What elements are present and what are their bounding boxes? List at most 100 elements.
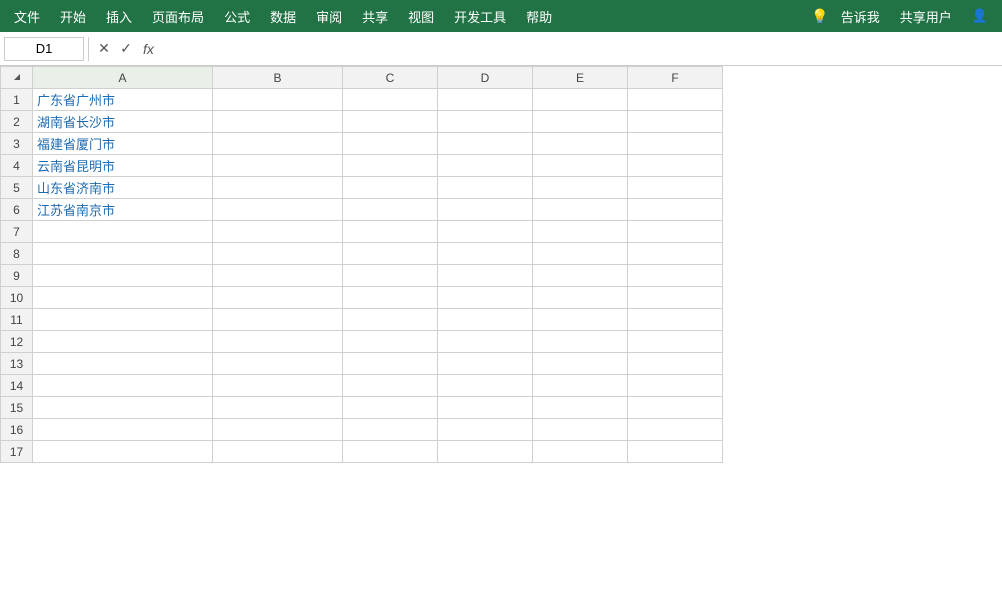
menu-item-帮助[interactable]: 帮助	[516, 3, 562, 30]
cell-E7[interactable]	[533, 221, 628, 243]
cell-F7[interactable]	[628, 221, 723, 243]
cell-B2[interactable]	[213, 111, 343, 133]
cell-B9[interactable]	[213, 265, 343, 287]
cell-F10[interactable]	[628, 287, 723, 309]
cell-C7[interactable]	[343, 221, 438, 243]
menu-item-页面布局[interactable]: 页面布局	[142, 3, 214, 30]
cell-A7[interactable]	[33, 221, 213, 243]
cell-F11[interactable]	[628, 309, 723, 331]
cell-F17[interactable]	[628, 441, 723, 463]
cell-B3[interactable]	[213, 133, 343, 155]
row-header-7[interactable]: 7	[1, 221, 33, 243]
cell-D15[interactable]	[438, 397, 533, 419]
cell-E4[interactable]	[533, 155, 628, 177]
cell-A16[interactable]	[33, 419, 213, 441]
menu-item-审阅[interactable]: 审阅	[306, 3, 352, 30]
menu-item-插入[interactable]: 插入	[96, 3, 142, 30]
cell-A2[interactable]: 湖南省长沙市	[33, 111, 213, 133]
menu-item-视图[interactable]: 视图	[398, 3, 444, 30]
cell-C9[interactable]	[343, 265, 438, 287]
cell-D5[interactable]	[438, 177, 533, 199]
cell-A6[interactable]: 江苏省南京市	[33, 199, 213, 221]
cell-B15[interactable]	[213, 397, 343, 419]
row-header-12[interactable]: 12	[1, 331, 33, 353]
row-header-1[interactable]: 1	[1, 89, 33, 111]
cell-E17[interactable]	[533, 441, 628, 463]
cell-E11[interactable]	[533, 309, 628, 331]
cell-F1[interactable]	[628, 89, 723, 111]
cell-E12[interactable]	[533, 331, 628, 353]
cell-F5[interactable]	[628, 177, 723, 199]
cell-D11[interactable]	[438, 309, 533, 331]
cell-B12[interactable]	[213, 331, 343, 353]
cell-C11[interactable]	[343, 309, 438, 331]
cell-A4[interactable]: 云南省昆明市	[33, 155, 213, 177]
cell-A11[interactable]	[33, 309, 213, 331]
cell-E15[interactable]	[533, 397, 628, 419]
row-header-13[interactable]: 13	[1, 353, 33, 375]
cell-F3[interactable]	[628, 133, 723, 155]
cell-C2[interactable]	[343, 111, 438, 133]
menu-item-开始[interactable]: 开始	[50, 3, 96, 30]
cell-E5[interactable]	[533, 177, 628, 199]
cell-F12[interactable]	[628, 331, 723, 353]
cell-F13[interactable]	[628, 353, 723, 375]
cell-B17[interactable]	[213, 441, 343, 463]
cell-A5[interactable]: 山东省济南市	[33, 177, 213, 199]
row-header-4[interactable]: 4	[1, 155, 33, 177]
cell-C3[interactable]	[343, 133, 438, 155]
cell-A13[interactable]	[33, 353, 213, 375]
row-header-8[interactable]: 8	[1, 243, 33, 265]
cell-C15[interactable]	[343, 397, 438, 419]
row-header-15[interactable]: 15	[1, 397, 33, 419]
cell-A1[interactable]: 广东省广州市	[33, 89, 213, 111]
cell-B6[interactable]	[213, 199, 343, 221]
cell-D3[interactable]	[438, 133, 533, 155]
cell-A15[interactable]	[33, 397, 213, 419]
col-header-C[interactable]: C	[343, 67, 438, 89]
formula-input[interactable]	[160, 39, 998, 58]
cell-B8[interactable]	[213, 243, 343, 265]
cell-B14[interactable]	[213, 375, 343, 397]
cell-F4[interactable]	[628, 155, 723, 177]
cell-E14[interactable]	[533, 375, 628, 397]
cell-C4[interactable]	[343, 155, 438, 177]
row-header-16[interactable]: 16	[1, 419, 33, 441]
cell-F15[interactable]	[628, 397, 723, 419]
cell-A17[interactable]	[33, 441, 213, 463]
cell-E6[interactable]	[533, 199, 628, 221]
menu-right-item-0[interactable]: 告诉我	[831, 3, 890, 30]
menu-item-公式[interactable]: 公式	[214, 3, 260, 30]
cell-F9[interactable]	[628, 265, 723, 287]
menu-item-文件[interactable]: 文件	[4, 3, 50, 30]
cell-C16[interactable]	[343, 419, 438, 441]
cell-D12[interactable]	[438, 331, 533, 353]
cell-C6[interactable]	[343, 199, 438, 221]
row-header-2[interactable]: 2	[1, 111, 33, 133]
cell-E9[interactable]	[533, 265, 628, 287]
row-header-14[interactable]: 14	[1, 375, 33, 397]
cell-E3[interactable]	[533, 133, 628, 155]
cell-C1[interactable]	[343, 89, 438, 111]
row-header-17[interactable]: 17	[1, 441, 33, 463]
row-header-3[interactable]: 3	[1, 133, 33, 155]
cell-A12[interactable]	[33, 331, 213, 353]
cell-D8[interactable]	[438, 243, 533, 265]
cell-B7[interactable]	[213, 221, 343, 243]
cell-D4[interactable]	[438, 155, 533, 177]
cell-C5[interactable]	[343, 177, 438, 199]
cell-C12[interactable]	[343, 331, 438, 353]
cell-D10[interactable]	[438, 287, 533, 309]
cell-B5[interactable]	[213, 177, 343, 199]
row-header-11[interactable]: 11	[1, 309, 33, 331]
cell-F2[interactable]	[628, 111, 723, 133]
cell-E1[interactable]	[533, 89, 628, 111]
cell-B1[interactable]	[213, 89, 343, 111]
cell-B13[interactable]	[213, 353, 343, 375]
cell-B4[interactable]	[213, 155, 343, 177]
cell-C13[interactable]	[343, 353, 438, 375]
row-header-10[interactable]: 10	[1, 287, 33, 309]
cell-C17[interactable]	[343, 441, 438, 463]
cell-D16[interactable]	[438, 419, 533, 441]
cell-B16[interactable]	[213, 419, 343, 441]
